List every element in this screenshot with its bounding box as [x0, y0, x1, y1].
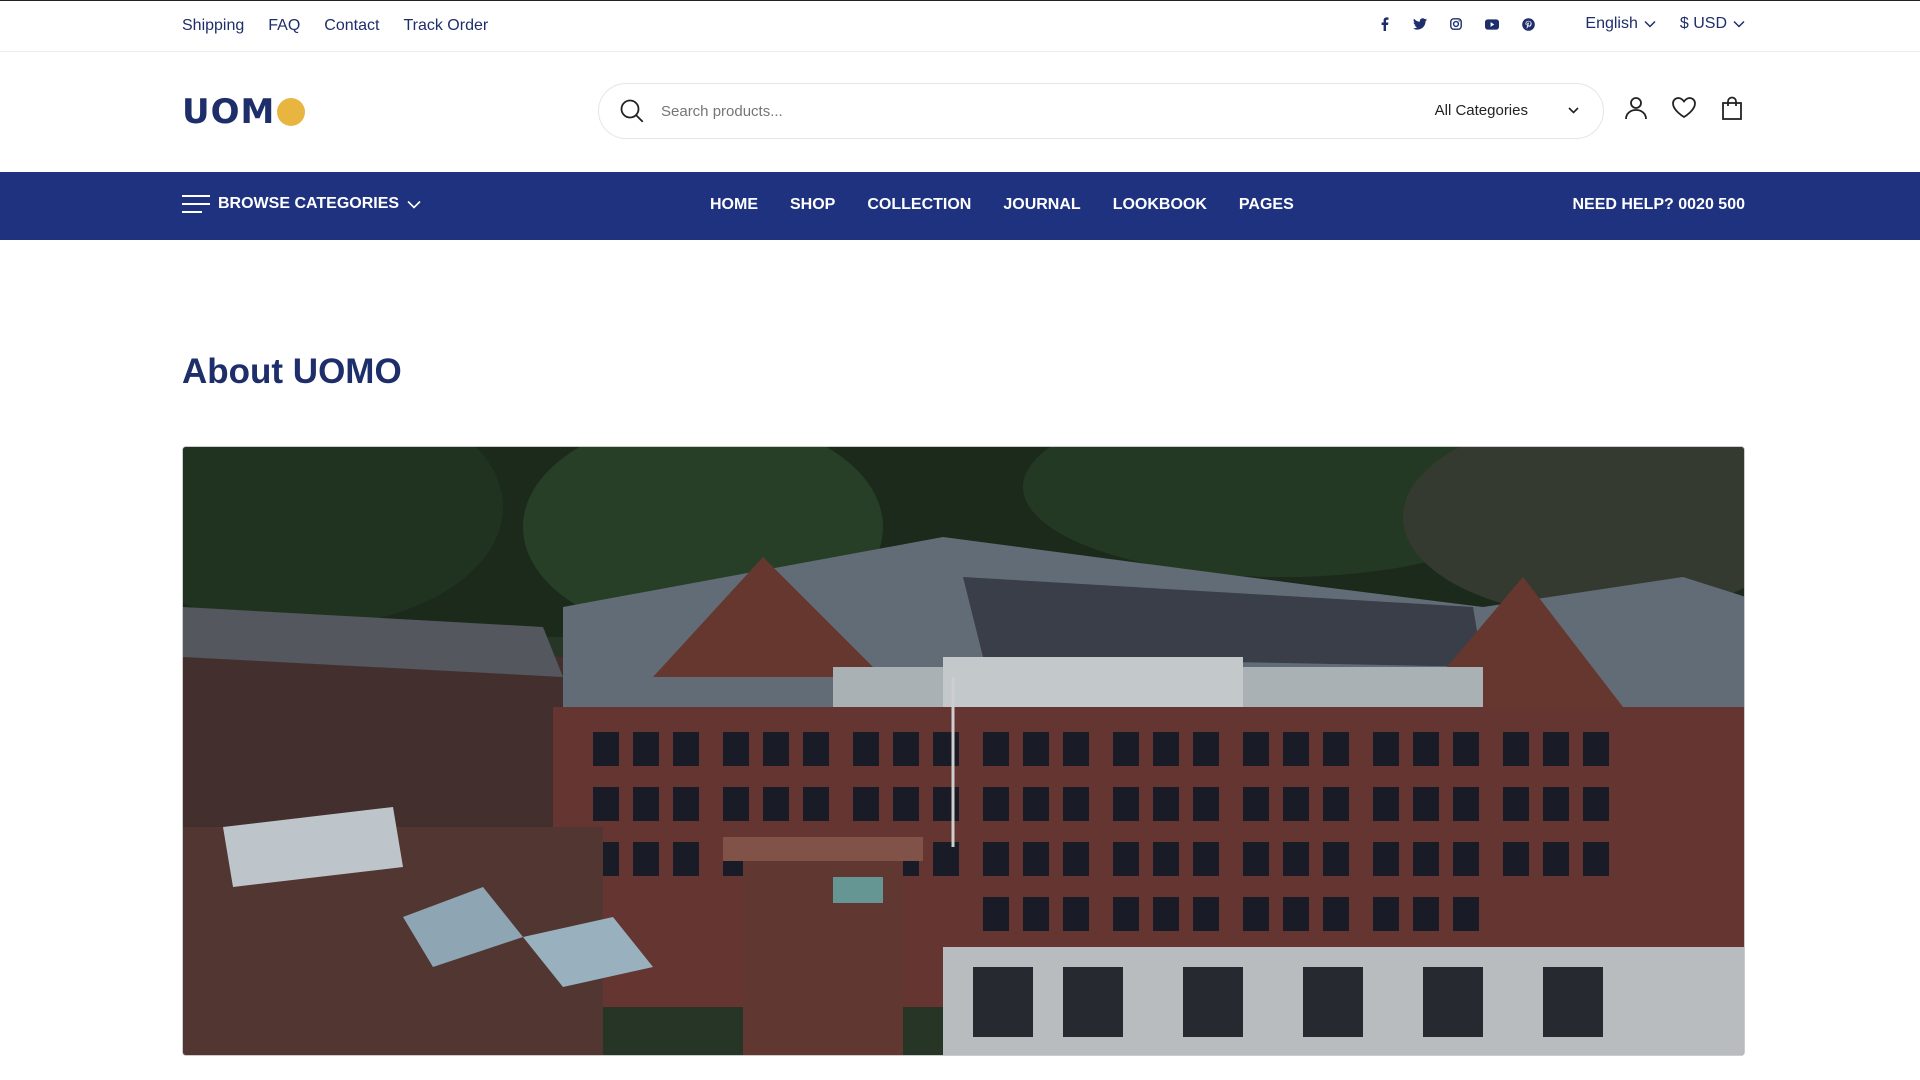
- search-icon[interactable]: [619, 98, 645, 124]
- logo-dot: [277, 98, 306, 126]
- search-bar: All Categories: [598, 83, 1604, 139]
- nav-pages[interactable]: PAGES: [1239, 196, 1294, 214]
- top-bar: Shipping FAQ Contact Track Order English: [0, 0, 1920, 52]
- browse-categories-button[interactable]: BROWSE CATEGORIES: [182, 194, 421, 214]
- header-icons: [1623, 95, 1745, 121]
- chevron-down-icon: [1568, 107, 1579, 114]
- chevron-down-icon: [1644, 20, 1656, 28]
- logo-text: UOM: [182, 92, 276, 132]
- nav-lookbook[interactable]: LOOKBOOK: [1113, 196, 1207, 214]
- shipping-link[interactable]: Shipping: [182, 17, 244, 35]
- browse-label: BROWSE CATEGORIES: [218, 195, 400, 212]
- contact-link[interactable]: Contact: [324, 17, 379, 35]
- search-input[interactable]: [661, 91, 1361, 131]
- track-order-link[interactable]: Track Order: [403, 17, 488, 35]
- top-right: English $ USD: [1377, 15, 1745, 33]
- currency-label: $ USD: [1679, 15, 1727, 32]
- main-nav: HOME SHOP COLLECTION JOURNAL LOOKBOOK PA…: [710, 196, 1294, 214]
- chevron-down-icon: [407, 200, 421, 209]
- facebook-icon[interactable]: [1377, 17, 1391, 31]
- help-phone: NEED HELP? 0020 500: [1572, 196, 1745, 213]
- logo[interactable]: UOM: [182, 92, 306, 132]
- hero-image: [182, 446, 1745, 1056]
- currency-select[interactable]: $ USD: [1680, 15, 1745, 33]
- user-icon[interactable]: [1623, 95, 1649, 121]
- menu-icon: [182, 195, 210, 213]
- heart-icon[interactable]: [1671, 95, 1697, 121]
- chevron-down-icon: [1733, 20, 1745, 28]
- header: UOM All Categories: [0, 52, 1920, 172]
- faq-link[interactable]: FAQ: [268, 17, 300, 35]
- pinterest-icon[interactable]: [1521, 17, 1535, 31]
- shopping-bag-icon[interactable]: [1719, 95, 1745, 121]
- nav-home[interactable]: HOME: [710, 196, 758, 214]
- top-links: Shipping FAQ Contact Track Order: [182, 17, 488, 35]
- category-label: All Categories: [1434, 102, 1528, 119]
- category-select[interactable]: All Categories: [1435, 102, 1579, 119]
- youtube-icon[interactable]: [1485, 17, 1500, 31]
- nav-collection[interactable]: COLLECTION: [867, 196, 971, 214]
- instagram-icon[interactable]: [1449, 17, 1463, 31]
- social-links: [1377, 17, 1535, 31]
- nav-journal[interactable]: JOURNAL: [1003, 196, 1080, 214]
- main-navbar: BROWSE CATEGORIES HOME SHOP COLLECTION J…: [0, 172, 1920, 240]
- language-label: English: [1585, 15, 1638, 32]
- nav-shop[interactable]: SHOP: [790, 196, 835, 214]
- twitter-icon[interactable]: [1413, 17, 1428, 31]
- page-title: About UOMO: [182, 352, 402, 391]
- language-select[interactable]: English: [1585, 15, 1656, 33]
